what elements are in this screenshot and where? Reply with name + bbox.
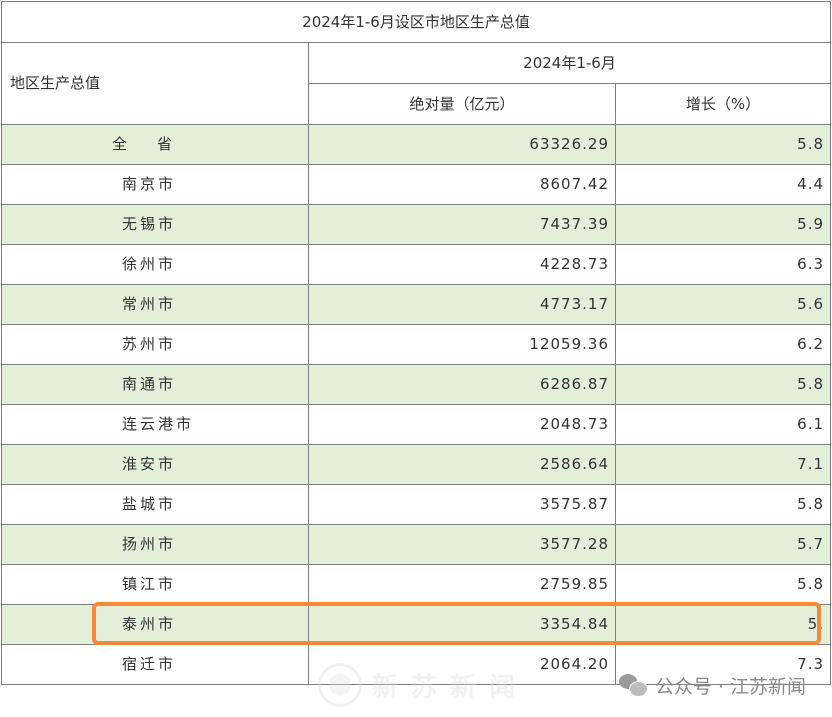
growth-value: 5.8 — [614, 124, 832, 165]
gdp-value: 2759.85 — [308, 564, 616, 605]
gdp-value: 3575.87 — [308, 484, 616, 525]
table-row: 全 省 63326.29 5.8 — [1, 124, 832, 165]
header-period: 2024年1-6月 — [307, 42, 832, 84]
watermark-left-text: 新 苏 新 闻 — [372, 672, 518, 703]
gdp-value: 2048.73 — [308, 404, 616, 445]
growth-value: 6.3 — [614, 244, 832, 285]
table-row: 淮安市 2586.64 7.1 — [1, 444, 832, 485]
growth-value: 6.2 — [614, 324, 832, 365]
gdp-value: 3354.84 — [308, 604, 616, 645]
growth-value: 4.4 — [614, 164, 832, 205]
gdp-value: 6286.87 — [308, 364, 616, 405]
table-row: 徐州市 4228.73 6.3 — [1, 244, 832, 285]
region-name: 盐城市 — [1, 484, 309, 525]
gdp-table: 2024年1-6月设区市地区生产总值 地区生产总值 2024年1-6月 绝对量（… — [0, 1, 832, 685]
wechat-icon — [618, 674, 648, 697]
growth-value: 5.6 — [614, 284, 832, 325]
region-name: 苏州市 — [1, 324, 309, 365]
region-name: 常州市 — [1, 284, 309, 325]
gdp-value: 63326.29 — [308, 124, 616, 165]
header-row-1: 地区生产总值 2024年1-6月 — [1, 42, 832, 125]
region-name: 徐州市 — [1, 244, 309, 285]
table-body: 全 省 63326.29 5.8 南京市 8607.42 4.4 无锡市 7437.39 5.9… — [1, 124, 832, 685]
watermark-right: 公众号 · 江苏新闻 — [618, 670, 806, 700]
region-name: 扬州市 — [1, 524, 309, 565]
table-row: 连云港市 2048.73 6.1 — [1, 404, 832, 445]
growth-value: 5.8 — [614, 364, 832, 405]
growth-value: 5.8 — [614, 484, 832, 525]
gdp-value: 12059.36 — [308, 324, 616, 365]
gdp-value: 8607.42 — [308, 164, 616, 205]
region-name: 连云港市 — [1, 404, 309, 445]
growth-value: 5.8 — [614, 564, 832, 605]
table-row: 常州市 4773.17 5.6 — [1, 284, 832, 325]
gdp-value: 4773.17 — [308, 284, 616, 325]
growth-value: 6.1 — [614, 404, 832, 445]
growth-value: 5. — [614, 604, 832, 645]
region-name: 宿迁市 — [1, 644, 309, 685]
table-title: 2024年1-6月设区市地区生产总值 — [0, 1, 832, 43]
table-row: 苏州市 12059.36 6.2 — [1, 324, 832, 365]
region-name: 南通市 — [1, 364, 309, 405]
region-name: 无锡市 — [1, 204, 309, 245]
table-row: 泰州市 3354.84 5. — [1, 604, 832, 645]
table-row: 南通市 6286.87 5.8 — [1, 364, 832, 405]
table-row: 盐城市 3575.87 5.8 — [1, 484, 832, 525]
region-name: 泰州市 — [1, 604, 309, 645]
table-row: 南京市 8607.42 4.4 — [1, 164, 832, 205]
watermark-left: 新 苏 新 闻 — [318, 660, 517, 710]
logo-icon — [318, 663, 362, 707]
growth-value: 5.7 — [614, 524, 832, 565]
watermark-right-text: 公众号 · 江苏新闻 — [654, 675, 806, 698]
header-growth: 增长（%） — [614, 83, 832, 125]
gdp-value: 7437.39 — [308, 204, 616, 245]
table-row: 扬州市 3577.28 5.7 — [1, 524, 832, 565]
region-name: 全 省 — [1, 124, 309, 165]
title-row: 2024年1-6月设区市地区生产总值 — [0, 1, 832, 43]
region-name: 淮安市 — [1, 444, 309, 485]
gdp-value: 2586.64 — [308, 444, 616, 485]
table-row: 镇江市 2759.85 5.8 — [1, 564, 832, 605]
header-region: 地区生产总值 — [1, 42, 309, 125]
gdp-value: 3577.28 — [308, 524, 616, 565]
table-row: 无锡市 7437.39 5.9 — [1, 204, 832, 245]
growth-value: 7.1 — [614, 444, 832, 485]
gdp-value: 4228.73 — [308, 244, 616, 285]
header-value: 绝对量（亿元） — [308, 83, 616, 125]
region-name: 镇江市 — [1, 564, 309, 605]
region-name: 南京市 — [1, 164, 309, 205]
growth-value: 5.9 — [614, 204, 832, 245]
